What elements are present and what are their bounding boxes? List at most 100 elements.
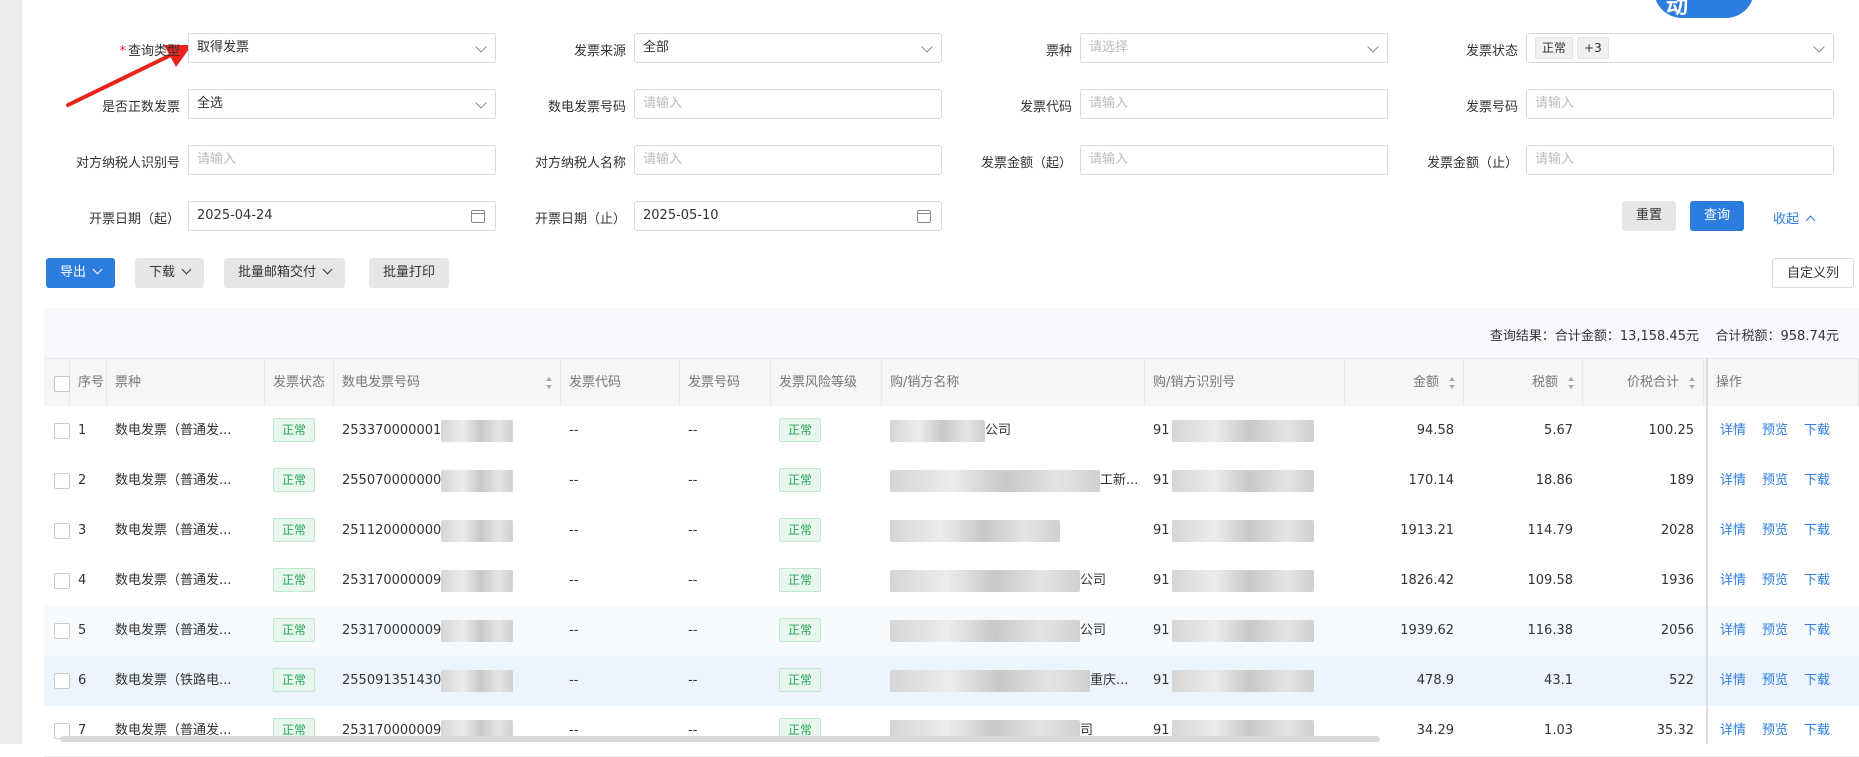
cell-text: -- (569, 423, 579, 438)
table-row[interactable]: 3 数电发票（普通发... 正常 251120000000 -- -- 正常 91 1913.2… (44, 506, 1859, 557)
cell-number: 253370000001 (334, 406, 561, 456)
filter-label-text: 发票金额（起） (980, 156, 1072, 171)
download-link[interactable]: 下载 (1804, 473, 1830, 488)
redacted-block (1171, 519, 1314, 542)
column-header: 发票代码 (561, 359, 680, 407)
text-input[interactable]: 请输入 (634, 89, 942, 119)
text-input[interactable]: 请输入 (1526, 89, 1834, 119)
row-select-cell[interactable] (44, 456, 70, 506)
sort-icon[interactable] (1568, 377, 1574, 389)
cell-amount: 34.29 (1345, 706, 1464, 756)
download-link[interactable]: 下载 (1804, 723, 1830, 738)
cell-text: 1936 (1660, 573, 1694, 588)
cell-text: 数电发票（普通发... (115, 473, 232, 488)
detail-link[interactable]: 详情 (1720, 473, 1746, 488)
download-link[interactable]: 下载 (1804, 573, 1830, 588)
table-row[interactable]: 7 数电发票（普通发... 正常 253170000009 -- -- 正常司 91 34.29… (44, 706, 1859, 757)
text-input[interactable]: 请输入 (1526, 145, 1834, 175)
row-select-cell[interactable] (44, 406, 70, 456)
row-select-cell[interactable] (44, 556, 70, 606)
select-field[interactable]: 取得发票 (188, 33, 496, 63)
select-all-checkbox[interactable] (54, 376, 70, 392)
reset-button[interactable]: 重置 (1622, 201, 1677, 231)
cell-text: 公司 (1080, 623, 1107, 638)
date-picker[interactable]: 2025-04-24 (188, 201, 496, 231)
sort-icon[interactable] (1449, 377, 1455, 389)
column-header[interactable]: 金额 (1345, 359, 1464, 407)
preview-link[interactable]: 预览 (1762, 523, 1788, 538)
download-link[interactable]: 下载 (1804, 523, 1830, 538)
select-field[interactable]: 请选择 (1080, 33, 1388, 63)
cell-text: 94.58 (1416, 423, 1454, 438)
chevron-down-icon (322, 264, 333, 275)
batch-print-button[interactable]: 批量打印 (369, 258, 450, 288)
export-button[interactable]: 导出 (46, 258, 116, 288)
custom-columns-button[interactable]: 自定义列 (1772, 258, 1855, 288)
row-checkbox[interactable] (54, 523, 70, 539)
cell-actions: 详情 预览 下载 (1712, 606, 1859, 656)
download-link[interactable]: 下载 (1804, 623, 1830, 638)
download-link[interactable]: 下载 (1804, 673, 1830, 688)
select-field[interactable]: 正常 +3 (1526, 33, 1834, 63)
horizontal-scrollbar[interactable] (60, 736, 1380, 742)
download-button[interactable]: 下载 (135, 258, 205, 288)
text-input[interactable]: 请输入 (188, 145, 496, 175)
download-link[interactable]: 下载 (1804, 423, 1830, 438)
detail-link[interactable]: 详情 (1720, 523, 1746, 538)
preview-link[interactable]: 预览 (1762, 723, 1788, 738)
table-row[interactable]: 2 数电发票（普通发... 正常 255070000000 -- -- 正常 工新... 91 1… (44, 456, 1859, 507)
table-row[interactable]: 6 数电发票（铁路电... 正常 255091351430 -- -- 正常 重庆... 91 4… (44, 656, 1859, 707)
cell-actions: 详情 预览 下载 (1712, 506, 1859, 556)
cell-status: 正常 (265, 556, 334, 606)
preview-link[interactable]: 预览 (1762, 473, 1788, 488)
column-header[interactable]: 价税合计 (1583, 359, 1704, 407)
date-picker[interactable]: 2025-05-10 (634, 201, 942, 231)
preview-link[interactable]: 预览 (1762, 623, 1788, 638)
row-checkbox[interactable] (54, 673, 70, 689)
preview-link[interactable]: 预览 (1762, 573, 1788, 588)
filter-label-text: 发票金额（止） (1426, 156, 1518, 171)
filter-label-text: 发票状态 (1465, 44, 1518, 59)
collapse-link[interactable]: 收起 (1773, 208, 1816, 227)
query-button[interactable]: 查询 (1690, 201, 1745, 231)
preview-link[interactable]: 预览 (1762, 673, 1788, 688)
table-row[interactable]: 5 数电发票（普通发... 正常 253170000009 -- -- 正常 公司 91 1939… (44, 606, 1859, 657)
text-input[interactable]: 请输入 (1080, 89, 1388, 119)
header-select-all[interactable] (44, 359, 70, 407)
table-row[interactable]: 1 数电发票（普通发... 正常 253370000001 -- -- 正常 公司 91 94.5… (44, 406, 1859, 457)
detail-link[interactable]: 详情 (1720, 673, 1746, 688)
sort-icon[interactable] (546, 377, 552, 389)
cell-status: 正常 (265, 406, 334, 456)
detail-link[interactable]: 详情 (1720, 723, 1746, 738)
select-field[interactable]: 全选 (188, 89, 496, 119)
chevron-down-icon (921, 41, 933, 53)
filter-item: 数电发票号码 请输入 (486, 89, 946, 121)
column-header[interactable]: 税额 (1464, 359, 1583, 407)
detail-link[interactable]: 详情 (1720, 423, 1746, 438)
text-input[interactable]: 请输入 (634, 145, 942, 175)
detail-link[interactable]: 详情 (1720, 623, 1746, 638)
batch-email-button[interactable]: 批量邮箱交付 (224, 258, 346, 288)
row-select-cell[interactable] (44, 606, 70, 656)
column-header[interactable]: 数电发票号码 (334, 359, 561, 407)
preview-link[interactable]: 预览 (1762, 423, 1788, 438)
cell-code: -- (561, 706, 680, 756)
cell-text: 1913.21 (1400, 523, 1454, 538)
text-input[interactable]: 请输入 (1080, 145, 1388, 175)
column-header-label: 购/销方名称 (890, 375, 960, 390)
select-field[interactable]: 全部 (634, 33, 942, 63)
row-checkbox[interactable] (54, 473, 70, 489)
row-select-cell[interactable] (44, 706, 70, 756)
row-checkbox[interactable] (54, 423, 70, 439)
left-sidebar-edge (0, 0, 22, 744)
detail-link[interactable]: 详情 (1720, 573, 1746, 588)
cell-tax-id: 91 (1145, 706, 1345, 756)
sort-icon[interactable] (1689, 377, 1695, 389)
row-select-cell[interactable] (44, 506, 70, 556)
row-checkbox[interactable] (54, 623, 70, 639)
cell-risk: 正常 (771, 406, 882, 456)
row-checkbox[interactable] (54, 573, 70, 589)
cell-text: 91 (1153, 673, 1170, 688)
row-select-cell[interactable] (44, 656, 70, 706)
table-row[interactable]: 4 数电发票（普通发... 正常 253170000009 -- -- 正常 公司 91 1826… (44, 556, 1859, 607)
